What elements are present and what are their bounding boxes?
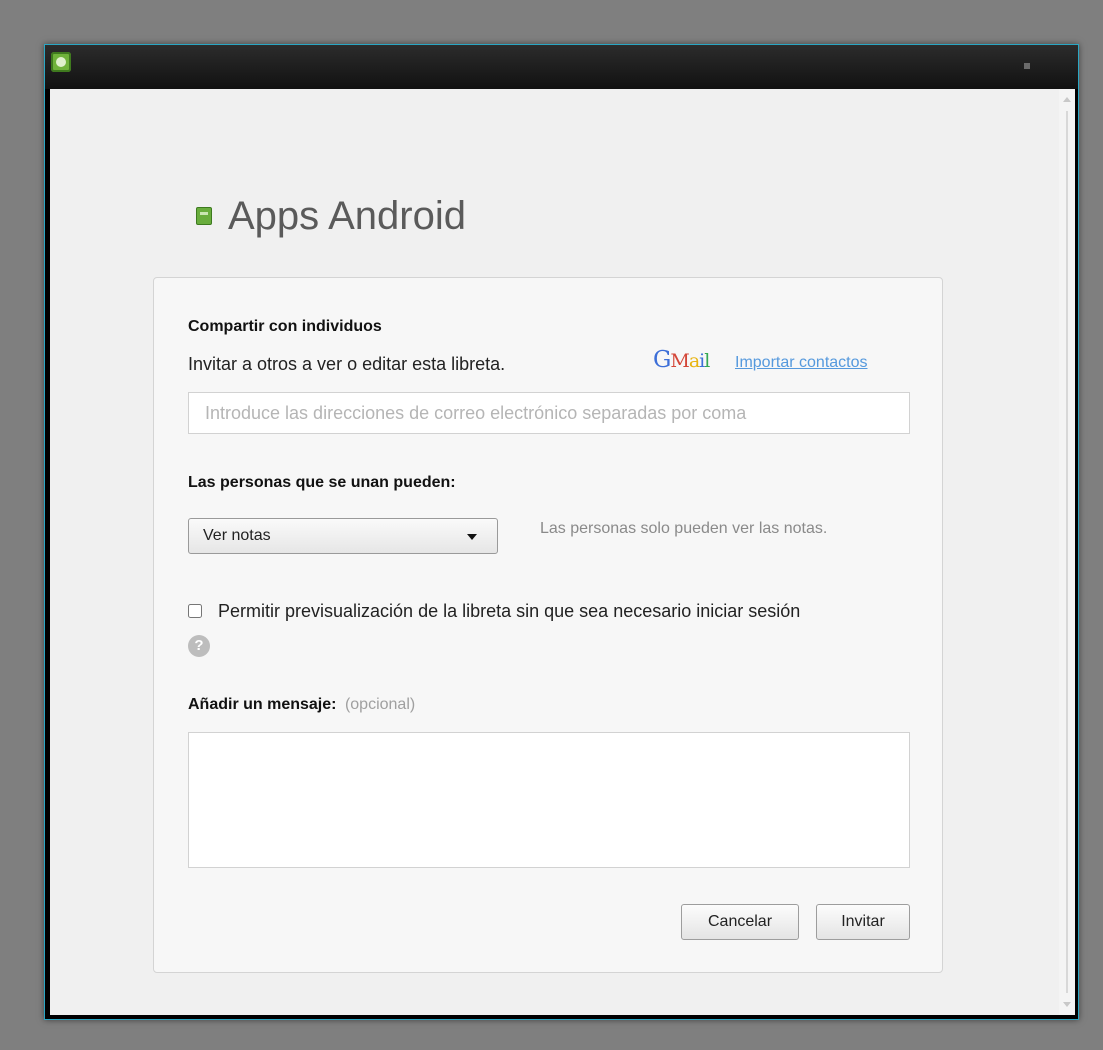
chevron-down-icon xyxy=(467,534,477,540)
notebook-title: Apps Android xyxy=(228,194,466,238)
scroll-track[interactable] xyxy=(1066,111,1068,993)
allow-preview-checkbox[interactable] xyxy=(188,604,202,618)
cancel-button[interactable]: Cancelar xyxy=(681,904,799,940)
share-panel: Compartir con individuos Invitar a otros… xyxy=(153,277,943,973)
import-contacts-link[interactable]: Importar contactos xyxy=(735,354,868,372)
scroll-up-arrow-icon[interactable] xyxy=(1063,97,1071,102)
gmail-logo-letter: M xyxy=(670,350,689,372)
message-optional-label: (opcional) xyxy=(344,696,416,713)
gmail-logo-letter: a xyxy=(688,350,700,372)
help-icon[interactable]: ? xyxy=(188,635,210,657)
vertical-scrollbar[interactable] xyxy=(1059,89,1075,1015)
email-addresses-input[interactable] xyxy=(188,392,910,434)
allow-preview-label[interactable]: Permitir previsualización de la libreta … xyxy=(218,601,800,622)
evernote-icon xyxy=(51,52,71,72)
gmail-logo-letter: G xyxy=(653,347,671,373)
gmail-logo-letter: l xyxy=(704,350,710,372)
invite-description: Invitar a otros a ver o editar esta libr… xyxy=(188,354,506,374)
window-menu-button[interactable] xyxy=(1024,63,1030,69)
scroll-down-arrow-icon[interactable] xyxy=(1063,1002,1071,1007)
permission-description: Las personas solo pueden ver las notas. xyxy=(540,520,828,537)
invite-button[interactable]: Invitar xyxy=(816,904,910,940)
title-bar xyxy=(45,45,1078,89)
message-heading-label: Añadir un mensaje: xyxy=(188,696,337,713)
gmail-logo: GMail xyxy=(653,347,710,373)
permissions-heading: Las personas que se unan pueden: xyxy=(188,474,456,491)
permission-select-value: Ver notas xyxy=(203,527,271,544)
permission-select[interactable]: Ver notas xyxy=(188,518,498,554)
message-heading: Añadir un mensaje: (opcional) xyxy=(188,696,415,714)
share-heading: Compartir con individuos xyxy=(188,318,382,335)
share-notebook-window: Apps Android Compartir con individuos In… xyxy=(44,44,1079,1020)
dialog-content: Apps Android Compartir con individuos In… xyxy=(50,89,1075,1015)
message-textarea[interactable] xyxy=(188,732,910,868)
